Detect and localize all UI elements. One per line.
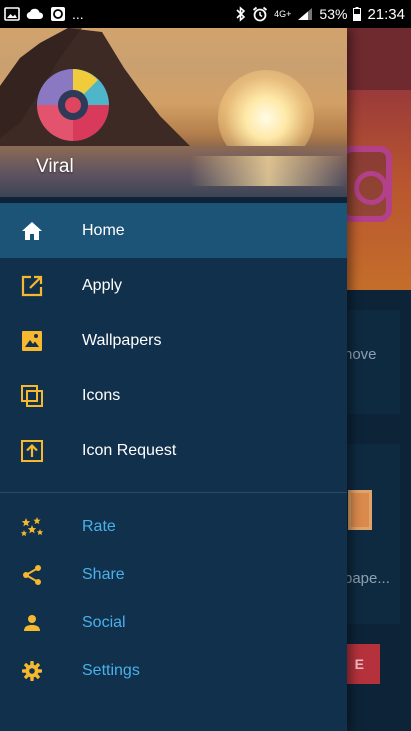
header-reflection [190,156,347,186]
menu-item-home[interactable]: Home [0,203,347,258]
app-notification-icon [50,6,66,22]
menu-divider [0,492,347,493]
status-bar: ... 4G+ 53% 21:34 [0,0,411,28]
network-type: 4G+ [274,8,292,19]
home-icon [20,219,44,243]
battery-icon [353,7,362,21]
instagram-icon [340,146,392,222]
menu-item-rate[interactable]: Rate [0,503,347,551]
battery-percent: 53% [319,6,348,22]
signal-icon [297,7,313,21]
clock: 21:34 [367,5,405,23]
stars-icon [20,515,44,539]
status-bar-system: 4G+ 53% 21:34 [236,6,405,23]
background-card-text: pape... [344,570,390,587]
menu-item-label: Settings [82,662,140,679]
menu-item-label: Wallpapers [82,331,162,349]
person-icon [20,611,44,635]
background-card-text: nove [344,346,377,363]
launch-icon [20,274,44,298]
menu-item-label: Home [82,221,125,239]
more-notifications: ... [72,6,84,22]
menu-item-label: Apply [82,276,123,294]
menu-item-share[interactable]: Share [0,551,347,599]
menu-item-apply[interactable]: Apply [0,258,347,313]
navigation-drawer: Viral Home Apply Wallpapers Icons Icon R… [0,28,347,731]
menu-item-label: Rate [82,518,116,535]
menu-item-icon-request[interactable]: Icon Request [0,423,347,478]
upload-icon [20,439,44,463]
menu-item-wallpapers[interactable]: Wallpapers [0,313,347,368]
menu-item-label: Icons [82,386,121,404]
primary-menu: Home Apply Wallpapers Icons Icon Request [0,203,347,478]
share-icon [20,563,44,587]
image-icon [20,329,44,353]
menu-item-settings[interactable]: Settings [0,647,347,695]
menu-item-label: Icon Request [82,441,177,459]
menu-item-icons[interactable]: Icons [0,368,347,423]
app-logo-icon [37,69,109,141]
settings-icon [20,659,44,683]
menu-item-label: Share [82,566,125,583]
menu-item-label: Social [82,614,126,631]
wallpaper-thumb-icon [348,490,372,530]
menu-item-social[interactable]: Social [0,599,347,647]
drawer-header: Viral [0,28,347,197]
gallery-notification-icon [4,7,20,21]
app-name: Viral [36,156,74,177]
status-bar-notifications: ... [4,6,84,22]
bluetooth-icon [236,6,246,22]
copy-icon [20,384,44,408]
cloud-notification-icon [26,8,44,20]
secondary-menu: Rate Share Social Settings [0,503,347,695]
alarm-icon [252,6,268,22]
